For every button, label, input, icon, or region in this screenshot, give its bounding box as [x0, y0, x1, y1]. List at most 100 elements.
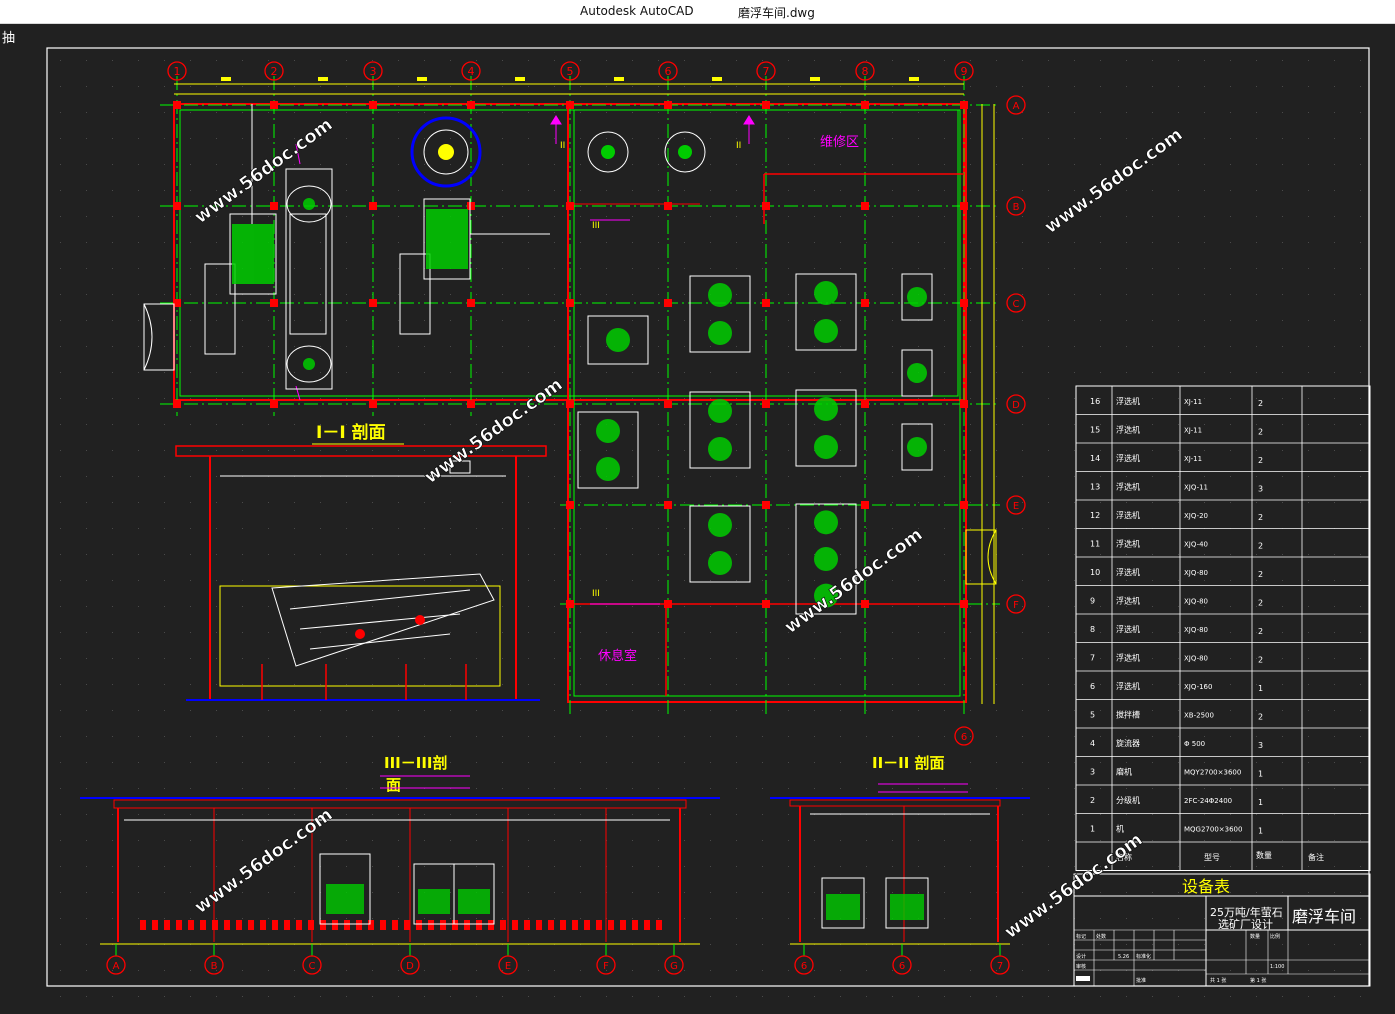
svg-text:浮选机: 浮选机: [1116, 653, 1140, 663]
svg-text:3: 3: [1090, 768, 1095, 777]
svg-text:XJQ-20: XJQ-20: [1184, 512, 1208, 520]
svg-text:2: 2: [1090, 796, 1095, 805]
svg-text:B: B: [211, 961, 218, 972]
equipment-row: 16 浮选机 XJ-11 2: [1090, 396, 1263, 408]
svg-text:Φ 500: Φ 500: [1184, 740, 1205, 748]
grid-row-bubble-A: A: [1006, 95, 1026, 115]
svg-text:4: 4: [468, 65, 475, 78]
svg-text:磨机: 磨机: [1116, 767, 1132, 777]
project-line2: 选矿厂设计: [1218, 918, 1273, 931]
svg-text:浮选机: 浮选机: [1116, 624, 1140, 634]
svg-text:16: 16: [1090, 397, 1100, 406]
svg-text:批准: 批准: [1136, 977, 1146, 984]
watermark-layer: www.56doc.com www.56doc.com www.56doc.com w…: [190, 114, 1187, 944]
svg-text:XJQ-40: XJQ-40: [1184, 541, 1208, 549]
equipment-row: 13 浮选机 XJQ-11 3: [1090, 482, 1263, 494]
equipment-row: 9 浮选机 XJQ-80 2: [1090, 596, 1263, 608]
svg-text:6: 6: [1090, 682, 1095, 691]
svg-text:10: 10: [1090, 568, 1100, 577]
title-block: 设备表 25万吨/年萤石 选矿厂设计 磨浮车间 标记 处数 设计 5.26 标准…: [1073, 873, 1371, 987]
equipment-row: 6 浮选机 XJQ-160 1: [1090, 681, 1263, 693]
svg-text:2: 2: [1258, 399, 1263, 408]
svg-text:备注: 备注: [1308, 852, 1324, 862]
app-name: Autodesk AutoCAD: [580, 4, 694, 18]
svg-text:C: C: [309, 961, 316, 972]
svg-text:11: 11: [1090, 540, 1100, 549]
svg-text:6: 6: [961, 732, 967, 743]
watermark-text: www.56doc.com: [781, 524, 927, 638]
svg-text:2: 2: [1258, 570, 1263, 579]
svg-text:MQG2700×3600: MQG2700×3600: [1184, 826, 1242, 834]
equipment-table: 16 浮选机 XJ-11 215 浮选机 XJ-11 214 浮选机 XJ-11 213 浮选机 XJ…: [1075, 385, 1371, 871]
grid-column-bubble-4: 4: [461, 61, 481, 81]
svg-text:9: 9: [961, 65, 968, 78]
section3-axis-A: A: [106, 944, 126, 975]
svg-text:II: II: [560, 141, 565, 151]
svg-text:MQY2700×3600: MQY2700×3600: [1184, 769, 1241, 777]
svg-text:2: 2: [1258, 542, 1263, 551]
room-label-maintenance: 维修区: [820, 135, 859, 150]
section3-axis-B: B: [204, 944, 224, 975]
svg-text:浮选机: 浮选机: [1116, 510, 1140, 520]
svg-text:XJ-11: XJ-11: [1184, 398, 1202, 406]
svg-text:XJQ-11: XJQ-11: [1184, 484, 1208, 492]
svg-text:旋流器: 旋流器: [1116, 738, 1140, 748]
svg-text:1: 1: [1090, 825, 1095, 834]
svg-text:1: 1: [1258, 798, 1263, 807]
section-title-3b: 面: [386, 776, 401, 794]
svg-text:1: 1: [1258, 770, 1263, 779]
svg-text:7: 7: [997, 961, 1003, 972]
grid-row-bubble-D: D: [1006, 394, 1026, 414]
grid-column-bubble-9: 9: [954, 61, 974, 81]
grid-column-bubble-8: 8: [855, 61, 875, 81]
equipment-row: 14 浮选机 XJ-11 2: [1090, 453, 1263, 465]
drawing-canvas[interactable]: 抽 123456789 A B C D E F 6 维修区 休息室 II II …: [0, 24, 1395, 1014]
svg-text:F: F: [603, 961, 609, 972]
svg-text:D: D: [406, 961, 414, 972]
svg-text:3: 3: [1258, 485, 1263, 494]
svg-text:6: 6: [665, 65, 672, 78]
section3-axis-C: C: [302, 944, 322, 975]
svg-text:5.26: 5.26: [1118, 954, 1129, 960]
svg-text:处数: 处数: [1096, 933, 1106, 940]
svg-text:2: 2: [1258, 428, 1263, 437]
svg-text:XJQ-160: XJQ-160: [1184, 683, 1212, 691]
svg-text:浮选机: 浮选机: [1116, 681, 1140, 691]
equipment-table-header: 名称 型号 数量 备注: [1116, 850, 1324, 862]
svg-text:13: 13: [1090, 483, 1100, 492]
svg-text:6: 6: [801, 961, 807, 972]
svg-text:1: 1: [1258, 827, 1263, 836]
svg-text:3: 3: [370, 65, 377, 78]
svg-text:数量: 数量: [1250, 933, 1260, 940]
svg-text:5: 5: [1090, 711, 1095, 720]
drawing-name: 磨浮车间: [1292, 907, 1356, 926]
svg-text:2: 2: [1258, 656, 1263, 665]
section-1-view: [175, 445, 547, 701]
svg-text:III: III: [592, 589, 600, 599]
svg-text:设计: 设计: [1076, 953, 1086, 960]
svg-text:标准化: 标准化: [1136, 953, 1151, 960]
grid-column-bubble-3: 3: [363, 61, 383, 81]
svg-text:浮选机: 浮选机: [1116, 596, 1140, 606]
svg-text:4: 4: [1090, 739, 1095, 748]
svg-text:2FC-24Φ2400: 2FC-24Φ2400: [1184, 797, 1232, 805]
svg-text:浮选机: 浮选机: [1116, 482, 1140, 492]
svg-text:2: 2: [271, 65, 278, 78]
grid-column-bubble-5: 5: [560, 61, 580, 81]
svg-text:E: E: [1013, 501, 1019, 512]
equipment-row: 8 浮选机 XJQ-80 2: [1090, 624, 1263, 636]
svg-text:分级机: 分级机: [1116, 795, 1140, 805]
svg-text:III: III: [592, 221, 600, 231]
svg-text:XJQ-80: XJQ-80: [1184, 626, 1208, 634]
grid-column-bubble-6: 6: [658, 61, 678, 81]
grid-column-bubble-2: 2: [264, 61, 284, 81]
section-3-view: A B C D E F G: [80, 797, 720, 975]
svg-text:2: 2: [1258, 627, 1263, 636]
section2-axis-1: 6: [892, 944, 912, 975]
svg-text:7: 7: [763, 65, 770, 78]
svg-text:浮选机: 浮选机: [1116, 396, 1140, 406]
section3-axis-E: E: [498, 944, 518, 975]
svg-text:审核: 审核: [1076, 963, 1086, 970]
svg-text:A: A: [113, 961, 120, 972]
equipment-row: 12 浮选机 XJQ-20 2: [1090, 510, 1263, 522]
